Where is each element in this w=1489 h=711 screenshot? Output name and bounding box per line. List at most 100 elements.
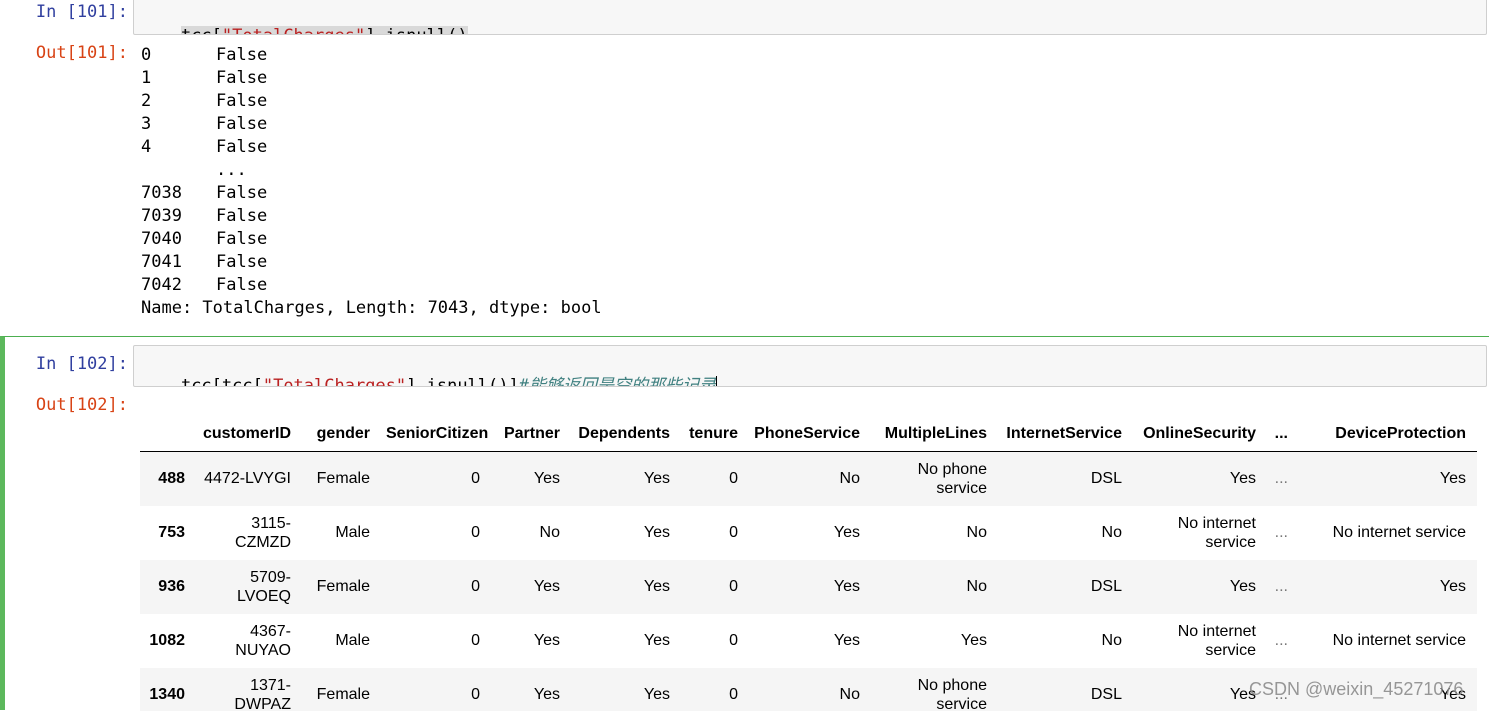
series-footer: Name: TotalCharges, Length: 7043, dtype:… (141, 297, 602, 320)
table-cell: 0 (378, 668, 488, 711)
watermark: CSDN @weixin_45271076 (1249, 679, 1463, 700)
table-cell: 4472-LVYGI (193, 452, 299, 506)
table-cell: DSL (995, 668, 1130, 711)
table-cell (1474, 452, 1477, 506)
table-cell: Yes (1130, 452, 1264, 506)
table-cell: ... (1264, 614, 1296, 668)
table-cell: No (995, 506, 1130, 560)
column-header: tenure (678, 403, 746, 452)
table-cell: 0 (678, 452, 746, 506)
series-value: False (216, 206, 267, 226)
table-cell: 5709-LVOEQ (193, 560, 299, 614)
dataframe-table: customerIDgenderSeniorCitizenPartnerDepe… (140, 403, 1477, 711)
output-prompt-102: Out[102]: (0, 394, 128, 416)
code-comment: #能够返回是空的那些记录 (519, 376, 716, 387)
series-value: False (216, 137, 267, 157)
table-cell: No internet service (1296, 506, 1474, 560)
table-cell: 0 (678, 614, 746, 668)
table-cell: DSL (995, 560, 1130, 614)
column-header: OnlineSecurity (1130, 403, 1264, 452)
table-cell: 0 (678, 668, 746, 711)
code-string: "TotalCharges" (222, 26, 365, 35)
row-index: 1340 (140, 668, 193, 711)
table-cell: Yes (1130, 668, 1264, 711)
table-cell: No i s (1474, 614, 1477, 668)
input-prompt-101: In [101]: (0, 1, 128, 23)
table-cell: No (746, 452, 868, 506)
table-cell (1474, 668, 1477, 711)
series-output: 0False1False2False3False4False...7038Fal… (141, 44, 602, 320)
input-prompt-102: In [102]: (0, 353, 128, 375)
output-prompt-101: Out[101]: (0, 42, 128, 64)
series-value: False (216, 252, 267, 272)
series-index: 2 (141, 90, 216, 113)
table-cell: Yes (488, 560, 568, 614)
series-value: False (216, 45, 267, 65)
code-input-101[interactable]: tcc["TotalCharges"].isnull() (133, 0, 1487, 35)
series-row: ... (141, 159, 602, 182)
notebook-cell-101[interactable]: In [101]: tcc["TotalCharges"].isnull() O… (0, 0, 1489, 330)
series-index: 7041 (141, 251, 216, 274)
series-index: 3 (141, 113, 216, 136)
table-cell: No internet service (1130, 614, 1264, 668)
series-value: False (216, 183, 267, 203)
notebook-cell-102[interactable]: In [102]: tcc[tcc["TotalCharges"].isnull… (0, 336, 1489, 710)
table-cell: Yes (488, 614, 568, 668)
column-header: MultipleLines (868, 403, 995, 452)
table-cell: Male (299, 506, 378, 560)
table-cell: Yes (568, 614, 678, 668)
code-string: "TotalCharges" (263, 376, 406, 387)
table-cell: Yes (746, 614, 868, 668)
table-cell: 4367-NUYAO (193, 614, 299, 668)
table-cell: Yes (1130, 560, 1264, 614)
row-index: 936 (140, 560, 193, 614)
table-cell: 0 (678, 506, 746, 560)
code-input-102[interactable]: tcc[tcc["TotalCharges"].isnull()]#能够返回是空… (133, 345, 1487, 387)
table-cell: 0 (378, 560, 488, 614)
table-cell: No (995, 614, 1130, 668)
series-row: 1False (141, 67, 602, 90)
row-index: 1082 (140, 614, 193, 668)
series-row: 7040False (141, 228, 602, 251)
column-header: TechSu (1474, 403, 1477, 452)
table-cell: Yes (868, 614, 995, 668)
table-cell: No phone service (868, 452, 995, 506)
series-row: 4False (141, 136, 602, 159)
code-text: tcc[tcc[ (181, 376, 263, 387)
table-cell: No phone service (868, 668, 995, 711)
table-cell: DSL (995, 452, 1130, 506)
column-header: gender (299, 403, 378, 452)
row-index: 488 (140, 452, 193, 506)
series-index: 4 (141, 136, 216, 159)
table-cell: No (488, 506, 568, 560)
table-cell: 0 (678, 560, 746, 614)
series-row: 7042False (141, 274, 602, 297)
series-row: 7039False (141, 205, 602, 228)
dataframe-output: customerIDgenderSeniorCitizenPartnerDepe… (140, 403, 1477, 711)
table-cell: ... (1264, 506, 1296, 560)
table-row: 7533115-CZMZDMale0NoYes0YesNoNoNo intern… (140, 506, 1477, 560)
table-cell: No internet service (1130, 506, 1264, 560)
table-cell: Yes (568, 452, 678, 506)
table-cell: Female (299, 560, 378, 614)
series-index: 1 (141, 67, 216, 90)
series-index: 7040 (141, 228, 216, 251)
series-index: 7038 (141, 182, 216, 205)
table-cell: Yes (1296, 452, 1474, 506)
table-cell: Yes (1296, 560, 1474, 614)
series-value: False (216, 68, 267, 88)
series-value: False (216, 275, 267, 295)
row-index: 753 (140, 506, 193, 560)
table-row: 4884472-LVYGIFemale0YesYes0NoNo phone se… (140, 452, 1477, 506)
column-header (140, 403, 193, 452)
column-header: SeniorCitizen (378, 403, 488, 452)
column-header: customerID (193, 403, 299, 452)
table-cell: 0 (378, 614, 488, 668)
table-cell: Yes (568, 668, 678, 711)
table-cell: No i s (1474, 506, 1477, 560)
table-cell: Yes (488, 452, 568, 506)
table-row: 10824367-NUYAOMale0YesYes0YesYesNoNo int… (140, 614, 1477, 668)
table-cell: Female (299, 452, 378, 506)
table-cell: Female (299, 668, 378, 711)
table-cell: Yes (568, 560, 678, 614)
